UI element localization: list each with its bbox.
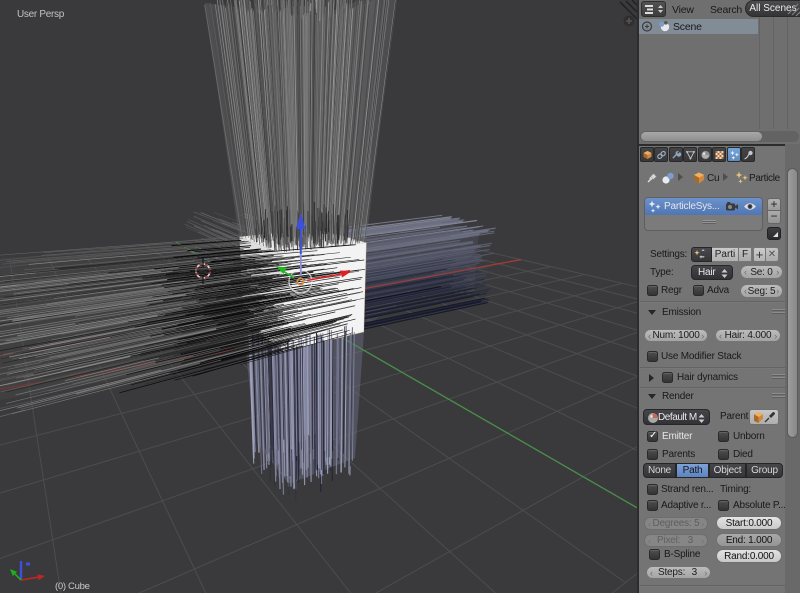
svg-text:User Persp: User Persp: [17, 9, 65, 20]
svg-text:(0) Cube: (0) Cube: [55, 581, 90, 592]
